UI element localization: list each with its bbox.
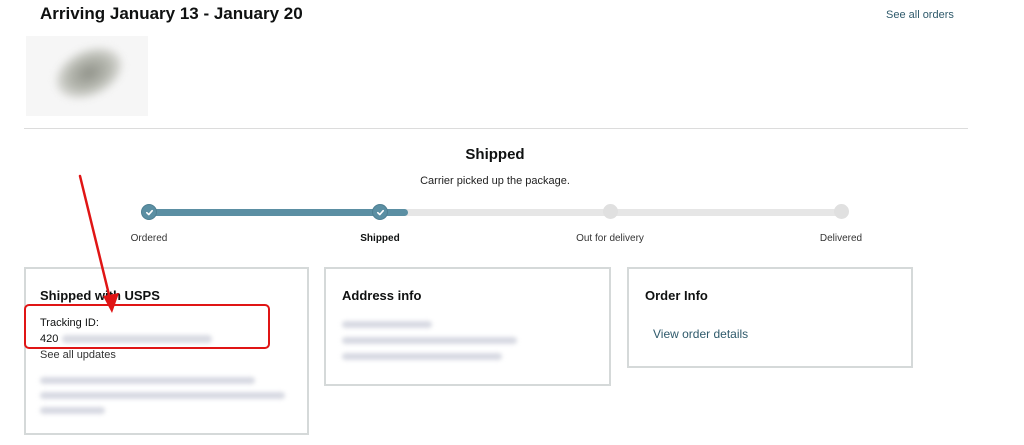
shipment-status-subtitle: Carrier picked up the package. [420, 175, 570, 187]
step-label-delivered: Delivered [819, 233, 863, 244]
annotation-highlight-box [24, 304, 270, 349]
step-label-shipped: Shipped [360, 233, 400, 244]
view-order-details-link[interactable]: View order details [653, 327, 748, 341]
step-delivered-dot [834, 204, 849, 219]
address-card: Address info [324, 267, 611, 386]
product-thumbnail[interactable] [26, 36, 148, 116]
step-ordered-check-icon [141, 204, 157, 220]
step-shipped-check-icon [372, 204, 388, 220]
step-label-ordered: Ordered [130, 233, 168, 244]
order-info-card: Order Info View order details [627, 267, 913, 368]
step-out-for-delivery-dot [603, 204, 618, 219]
progress-fill [148, 209, 409, 216]
shipment-status-title: Shipped [465, 146, 525, 163]
blurred-product-image [47, 37, 131, 109]
redacted-text-line [40, 377, 255, 384]
see-all-updates-link[interactable]: See all updates [40, 349, 116, 361]
shipping-card: Shipped with USPS Tracking ID: 420 See a… [24, 267, 309, 435]
address-card-title: Address info [342, 288, 422, 303]
redacted-text-line [40, 392, 285, 399]
step-label-out-for-delivery: Out for delivery [576, 233, 644, 244]
arrival-title: Arriving January 13 - January 20 [40, 4, 303, 23]
redacted-address-line [342, 337, 517, 344]
order-info-title: Order Info [645, 288, 708, 303]
see-all-orders-link[interactable]: See all orders [886, 9, 954, 21]
redacted-address-line [342, 353, 502, 360]
redacted-text-line [40, 407, 105, 414]
divider [24, 128, 968, 129]
shipping-card-title: Shipped with USPS [40, 288, 160, 303]
redacted-address-line [342, 321, 432, 328]
